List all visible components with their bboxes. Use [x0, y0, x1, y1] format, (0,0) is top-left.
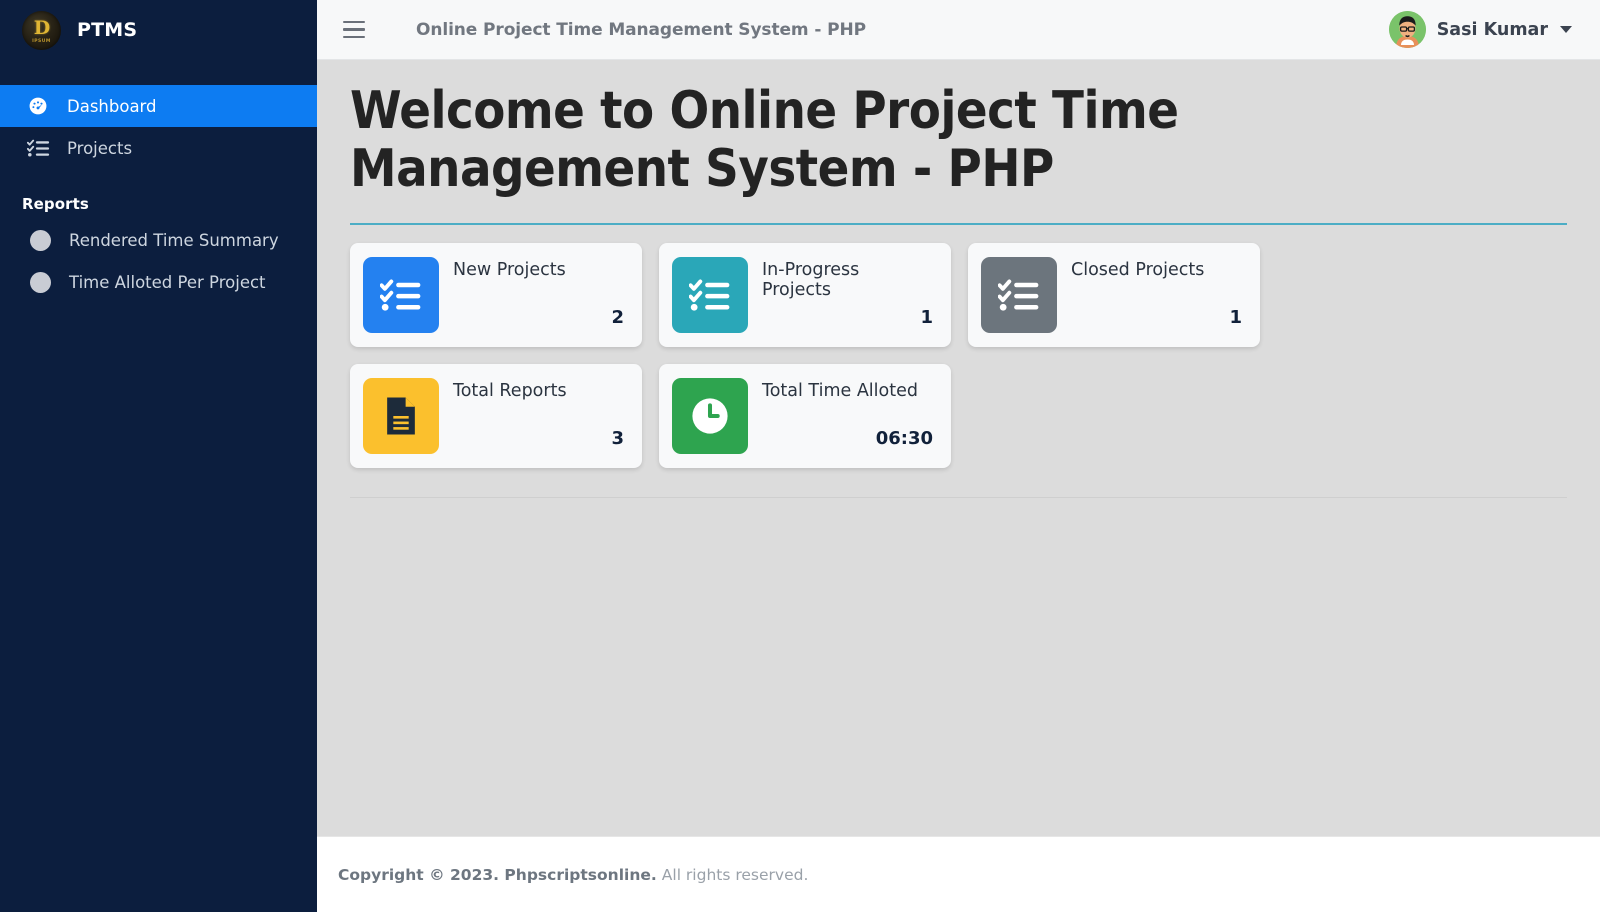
sidebar-item-projects[interactable]: Projects [0, 127, 317, 169]
topbar: Online Project Time Management System - … [317, 0, 1600, 60]
stat-card-grid: New Projects 2 In-Progress Projects 1 Cl… [350, 243, 1567, 469]
footer-rights: All rights reserved. [661, 865, 809, 884]
hamburger-icon[interactable] [343, 17, 369, 43]
circle-bullet-icon [30, 229, 51, 251]
sidebar: D IPSUM PTMS Dashboard Projects Reports … [0, 0, 317, 912]
sidebar-heading-reports: Reports [22, 195, 89, 213]
sidebar-item-label: Rendered Time Summary [69, 230, 279, 250]
app-root: D IPSUM PTMS Dashboard Projects Reports … [0, 0, 1600, 912]
hamburger-bar [343, 35, 365, 39]
logo-monogram: D [33, 17, 51, 39]
clock-icon [672, 378, 748, 455]
user-menu[interactable]: Sasi Kumar [1388, 11, 1578, 48]
stat-card-label: Total Reports [453, 381, 567, 402]
stat-card-value: 1 [920, 307, 933, 329]
sidebar-item-dashboard[interactable]: Dashboard [0, 85, 317, 127]
stat-card-closed-projects[interactable]: Closed Projects 1 [968, 243, 1260, 348]
stat-card-label: Total Time Alloted [762, 381, 918, 402]
ptms-coin-logo-icon: D IPSUM [22, 10, 61, 50]
cards-divider [350, 497, 1567, 499]
sidebar-item-label: Projects [67, 138, 133, 158]
logo-subtext: IPSUM [32, 38, 51, 44]
stat-card-new-projects[interactable]: New Projects 2 [350, 243, 642, 348]
circle-bullet-icon [30, 271, 51, 293]
main-content: Welcome to Online Project Time Managemen… [317, 60, 1600, 836]
user-avatar [1388, 11, 1426, 48]
sidebar-brand[interactable]: D IPSUM PTMS [0, 0, 317, 60]
user-name: Sasi Kumar [1436, 19, 1548, 40]
task-list-icon [26, 137, 50, 159]
page-title: Welcome to Online Project Time Managemen… [350, 81, 1179, 200]
stat-card-label: Closed Projects [1071, 260, 1205, 281]
brand-name: PTMS [77, 19, 138, 41]
document-icon [363, 378, 439, 455]
sidebar-item-label: Time Alloted Per Project [69, 272, 266, 292]
stat-card-body: Closed Projects 1 [1071, 257, 1247, 333]
stat-card-label: New Projects [453, 260, 566, 281]
topbar-title: Online Project Time Management System - … [416, 19, 866, 40]
sidebar-item-rendered-time-summary[interactable]: Rendered Time Summary [0, 219, 317, 261]
stat-card-body: New Projects 2 [453, 257, 629, 333]
stat-card-in-progress-projects[interactable]: In-Progress Projects 1 [659, 243, 951, 348]
sidebar-item-label: Dashboard [67, 96, 157, 116]
sidebar-item-time-alloted-per-project[interactable]: Time Alloted Per Project [0, 261, 317, 303]
stat-card-value: 2 [611, 307, 624, 329]
hamburger-bar [343, 20, 365, 24]
task-list-icon [363, 257, 439, 334]
stat-card-label: In-Progress Projects [762, 260, 860, 300]
stat-card-body: Total Time Alloted 06:30 [762, 378, 938, 454]
hamburger-bar [343, 28, 365, 31]
stat-card-total-reports[interactable]: Total Reports 3 [350, 364, 642, 469]
chevron-down-icon [1560, 26, 1572, 33]
stat-card-value: 1 [1229, 307, 1242, 329]
stat-card-value: 3 [611, 428, 624, 450]
task-list-icon [672, 257, 748, 334]
stat-card-body: Total Reports 3 [453, 378, 629, 454]
speedometer-icon [26, 95, 50, 117]
title-divider [350, 223, 1567, 226]
footer: Copyright © 2023. Phpscriptsonline. All … [317, 836, 1600, 912]
content-column: Online Project Time Management System - … [317, 0, 1600, 912]
task-list-icon [981, 257, 1057, 334]
stat-card-body: In-Progress Projects 1 [762, 257, 938, 333]
stat-card-value: 06:30 [875, 428, 933, 450]
stat-card-total-time-alloted[interactable]: Total Time Alloted 06:30 [659, 364, 951, 469]
footer-copyright: Copyright © 2023. Phpscriptsonline. [338, 865, 657, 884]
